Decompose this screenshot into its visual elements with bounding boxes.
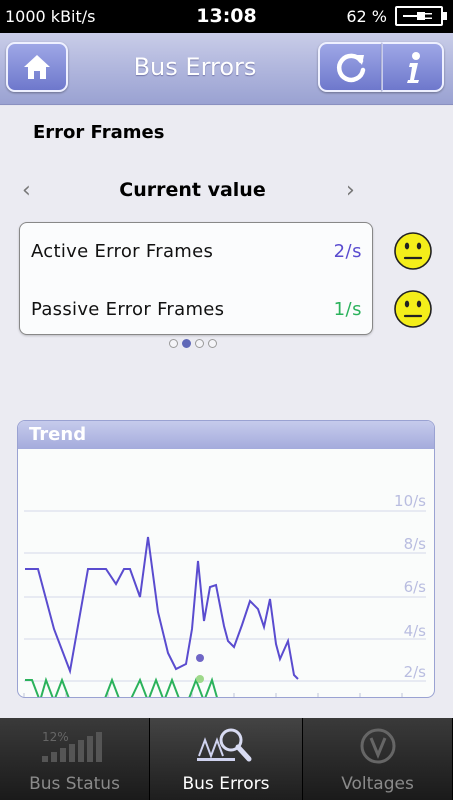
bottom-tab-bar: 12% Bus Status Bus Errors Voltages xyxy=(0,718,453,800)
battery-icon xyxy=(395,6,447,26)
info-button[interactable] xyxy=(382,42,444,92)
refresh-icon xyxy=(336,53,365,83)
passive-error-frames-value: 1/s xyxy=(333,299,362,320)
active-series-end-marker xyxy=(196,654,204,662)
page-indicator xyxy=(169,339,219,349)
status-bar: 1000 kBit/s 13:08 62 % xyxy=(0,0,453,33)
active-error-frames-label: Active Error Frames xyxy=(31,241,214,262)
battery-percent: 62 % xyxy=(346,7,387,26)
y-tick-label: 6/s xyxy=(404,578,427,596)
active-error-series-line xyxy=(25,536,299,680)
section-title: Error Frames xyxy=(33,122,165,143)
tab-label: Bus Status xyxy=(29,774,120,794)
y-tick-label: 4/s xyxy=(404,622,427,640)
neutral-face-icon xyxy=(394,290,432,328)
view-title: Current value xyxy=(119,179,266,201)
home-icon xyxy=(24,55,50,79)
active-error-frames-value: 2/s xyxy=(333,241,362,262)
y-tick-label: 10/s xyxy=(394,492,426,510)
next-view-button[interactable]: › xyxy=(346,178,355,203)
current-values-card: Active Error Frames 2/s Passive Error Fr… xyxy=(19,222,373,335)
refresh-button[interactable] xyxy=(318,42,382,92)
y-tick-label: 8/s xyxy=(404,535,427,553)
tab-label: Bus Errors xyxy=(182,774,270,794)
main-content: Error Frames ‹ Current value › Active Er… xyxy=(0,106,453,718)
info-icon xyxy=(406,52,420,83)
page-dot-active[interactable] xyxy=(182,339,191,348)
trend-header: Trend xyxy=(18,421,434,449)
page-title: Bus Errors xyxy=(133,53,257,81)
page-dot[interactable] xyxy=(195,339,204,348)
tab-bus-errors[interactable]: Bus Errors xyxy=(150,718,303,800)
voltmeter-icon xyxy=(360,728,395,764)
tab-bus-status[interactable]: 12% Bus Status xyxy=(0,718,150,800)
neutral-face-icon xyxy=(394,232,432,270)
trend-title: Trend xyxy=(29,424,87,445)
trend-panel: Trend 10/s 8/s 6/s 4/s 2/s xyxy=(17,420,435,698)
signal-bars-icon xyxy=(41,732,102,762)
tab-label: Voltages xyxy=(341,774,414,794)
y-tick-label: 2/s xyxy=(404,663,427,681)
passive-error-frames-label: Passive Error Frames xyxy=(31,299,225,320)
tab-voltages[interactable]: Voltages xyxy=(303,718,453,800)
passive-series-end-marker xyxy=(196,675,204,683)
magnifier-chart-icon xyxy=(197,728,252,762)
page-dot[interactable] xyxy=(208,339,217,348)
page-dot[interactable] xyxy=(169,339,178,348)
home-button[interactable] xyxy=(6,42,68,92)
title-bar: Bus Errors xyxy=(0,33,453,105)
trend-chart: 10/s 8/s 6/s 4/s 2/s xyxy=(23,492,427,697)
